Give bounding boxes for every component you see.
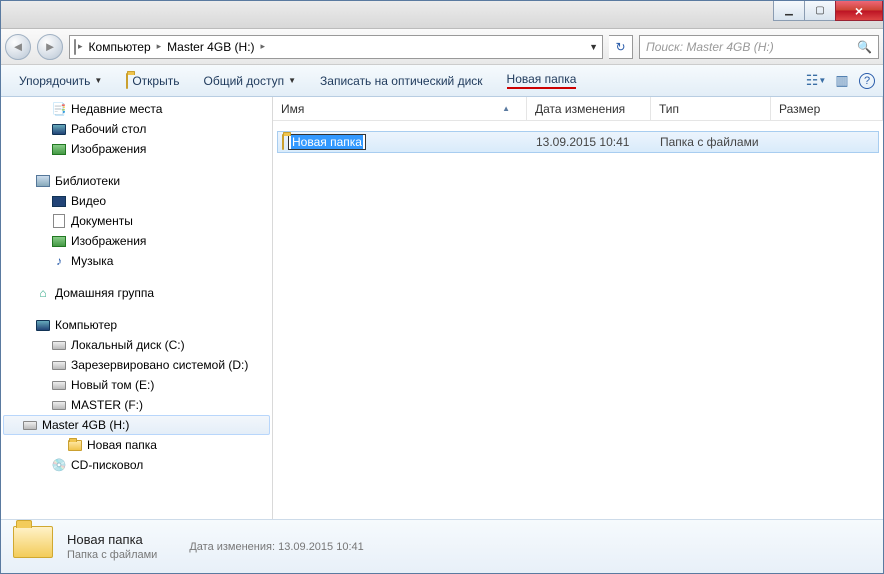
library-icon [35, 173, 51, 189]
crumb-computer[interactable]: Компьютер [85, 36, 155, 58]
drive-icon [51, 377, 67, 393]
chevron-right-icon[interactable]: ▸ [157, 41, 162, 52]
details-date: Дата изменения: 13.09.2015 10:41 [189, 541, 363, 553]
new-folder-button[interactable]: Новая папка [497, 68, 587, 93]
search-input[interactable]: Поиск: Master 4GB (H:) 🔍 [639, 35, 879, 59]
titlebar[interactable]: ▁ ▢ × [1, 1, 883, 29]
tree-pictures[interactable]: Изображения [1, 139, 272, 159]
file-view: Имя▲ Дата изменения Тип Размер Новая пап… [273, 97, 883, 519]
back-button[interactable]: ◄ [5, 34, 31, 60]
recent-icon: 📑 [51, 101, 67, 117]
tree-desktop[interactable]: Рабочий стол [1, 119, 272, 139]
cd-icon: 💿 [51, 457, 67, 473]
chevron-right-icon[interactable]: ▸ [261, 41, 266, 52]
tree-new-folder[interactable]: Новая папка [1, 435, 272, 455]
col-size[interactable]: Размер [771, 97, 883, 120]
chevron-right-icon[interactable]: ▸ [78, 41, 83, 52]
picture-icon [51, 141, 67, 157]
music-icon: ♪ [51, 253, 67, 269]
dropdown-icon: ▼ [94, 76, 102, 85]
column-headers: Имя▲ Дата изменения Тип Размер [273, 97, 883, 121]
share-button[interactable]: Общий доступ▼ [193, 70, 306, 92]
crumb-drive[interactable]: Master 4GB (H:) [163, 36, 258, 58]
tree-drive-f[interactable]: MASTER (F:) [1, 395, 272, 415]
tree-drive-e[interactable]: Новый том (E:) [1, 375, 272, 395]
sort-up-icon: ▲ [502, 104, 510, 113]
minimize-button[interactable]: ▁ [773, 1, 805, 21]
tree-drive-d[interactable]: Зарезервировано системой (D:) [1, 355, 272, 375]
dropdown-icon[interactable]: ▼ [589, 42, 598, 52]
folder-icon [13, 526, 55, 568]
monitor-icon [51, 121, 67, 137]
open-button[interactable]: Открыть [116, 70, 189, 92]
drive-icon [51, 397, 67, 413]
tree-pictures-lib[interactable]: Изображения [1, 231, 272, 251]
drive-icon [51, 357, 67, 373]
burn-button[interactable]: Записать на оптический диск [310, 70, 493, 92]
file-date: 13.09.2015 10:41 [528, 135, 652, 149]
explorer-window: ▁ ▢ × ◄ ► ▸ Компьютер ▸ Master 4GB (H:) … [0, 0, 884, 574]
picture-icon [51, 233, 67, 249]
tree-drive-h[interactable]: Master 4GB (H:) [3, 415, 270, 435]
homegroup-icon: ⌂ [35, 285, 51, 301]
search-icon[interactable]: 🔍 [857, 40, 872, 54]
breadcrumb[interactable]: ▸ Компьютер ▸ Master 4GB (H:) ▸ ▼ [69, 35, 603, 59]
toolbar: Упорядочить▼ Открыть Общий доступ▼ Запис… [1, 65, 883, 97]
details-pane: Новая папка Папка с файлами Дата изменен… [1, 519, 883, 573]
preview-pane-button[interactable]: ▥ [833, 72, 851, 90]
tree-homegroup[interactable]: ⌂Домашняя группа [1, 283, 272, 303]
file-type: Папка с файлами [652, 135, 772, 149]
content-area: 📑Недавние места Рабочий стол Изображения… [1, 97, 883, 519]
tree-libraries[interactable]: Библиотеки [1, 171, 272, 191]
tree-videos[interactable]: Видео [1, 191, 272, 211]
document-icon [51, 213, 67, 229]
maximize-button[interactable]: ▢ [804, 1, 836, 21]
details-subtitle: Папка с файлами [67, 549, 157, 561]
drive-icon [51, 337, 67, 353]
tree-recent-places[interactable]: 📑Недавние места [1, 99, 272, 119]
tree-computer[interactable]: Компьютер [1, 315, 272, 335]
close-button[interactable]: × [835, 1, 883, 21]
dropdown-icon: ▼ [288, 76, 296, 85]
tree-drive-c[interactable]: Локальный диск (C:) [1, 335, 272, 355]
folder-icon [282, 135, 284, 149]
navigation-tree[interactable]: 📑Недавние места Рабочий стол Изображения… [1, 97, 273, 519]
help-button[interactable]: ? [859, 73, 875, 89]
details-title: Новая папка [67, 532, 157, 547]
col-date[interactable]: Дата изменения [527, 97, 651, 120]
forward-button[interactable]: ► [37, 34, 63, 60]
tree-music[interactable]: ♪Музыка [1, 251, 272, 271]
tree-documents[interactable]: Документы [1, 211, 272, 231]
video-icon [51, 193, 67, 209]
rename-input[interactable]: Новая папка [288, 134, 366, 150]
organize-button[interactable]: Упорядочить▼ [9, 70, 112, 92]
file-row[interactable]: Новая папка 13.09.2015 10:41 Папка с фай… [277, 131, 879, 153]
tree-cd-drive[interactable]: 💿CD-писковол [1, 455, 272, 475]
col-type[interactable]: Тип [651, 97, 771, 120]
refresh-button[interactable]: ↻ [609, 35, 633, 59]
folder-icon [126, 74, 128, 88]
view-options-button[interactable]: ☷ ▼ [807, 72, 825, 90]
navbar: ◄ ► ▸ Компьютер ▸ Master 4GB (H:) ▸ ▼ ↻ … [1, 29, 883, 65]
file-list[interactable]: Новая папка 13.09.2015 10:41 Папка с фай… [273, 121, 883, 519]
drive-icon [22, 417, 38, 433]
col-name[interactable]: Имя▲ [273, 97, 527, 120]
folder-icon [67, 437, 83, 453]
window-controls: ▁ ▢ × [774, 1, 883, 21]
search-placeholder: Поиск: Master 4GB (H:) [646, 40, 774, 54]
computer-icon [35, 317, 51, 333]
drive-icon [74, 40, 76, 54]
